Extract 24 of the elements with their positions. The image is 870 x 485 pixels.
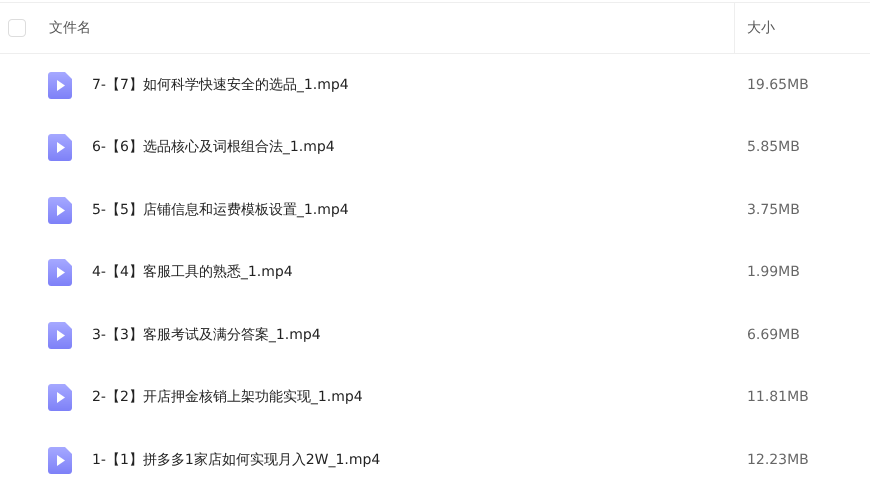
- file-name[interactable]: 7-【7】如何科学快速安全的选品_1.mp4: [92, 74, 349, 96]
- file-name[interactable]: 6-【6】选品核心及词根组合法_1.mp4: [92, 137, 335, 158]
- file-size: 3.75MB: [747, 200, 800, 220]
- file-name[interactable]: 1-【1】拼多多1家店如何实现月入2W_1.mp4: [92, 450, 380, 471]
- video-file-icon: [48, 196, 72, 224]
- file-name[interactable]: 5-【5】店铺信息和运费模板设置_1.mp4: [92, 200, 349, 221]
- column-header[interactable]: 大小: [747, 18, 775, 38]
- video-file-icon: [48, 446, 72, 474]
- file-size: 1.99MB: [747, 263, 800, 282]
- file-size: 6.69MB: [747, 326, 800, 345]
- video-file-icon: [48, 322, 72, 349]
- file-name[interactable]: 2-【2】开店押金核销上架功能实现_1.mp4: [92, 387, 363, 408]
- video-file-icon: [48, 134, 72, 162]
- file-size: 5.85MB: [747, 138, 800, 158]
- file-size: 19.65MB: [747, 76, 809, 95]
- video-file-icon: [48, 384, 72, 412]
- file-name[interactable]: 4-【4】客服工具的熟悉_1.mp4: [92, 262, 293, 284]
- file-size: 11.81MB: [747, 388, 809, 408]
- file-name[interactable]: 3-【3】客服考试及满分答案_1.mp4: [92, 324, 321, 346]
- select-all-checkbox[interactable]: [8, 19, 26, 37]
- column-header[interactable]: 文件名: [49, 18, 91, 38]
- video-file-icon: [48, 259, 72, 286]
- video-file-icon: [48, 72, 72, 99]
- file-size: 12.23MB: [747, 450, 809, 470]
